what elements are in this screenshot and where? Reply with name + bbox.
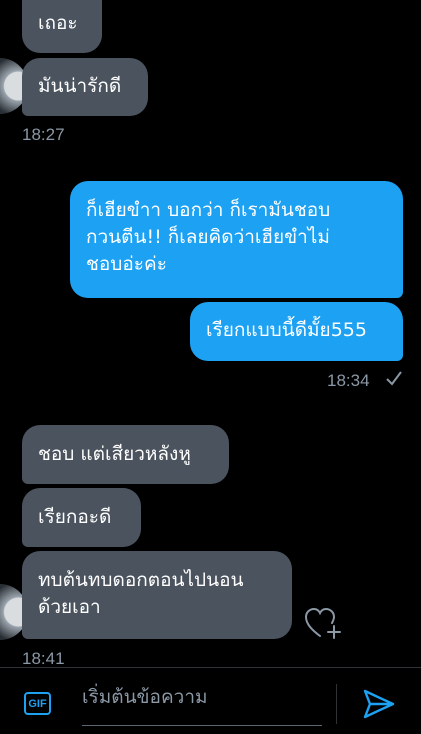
message-input-placeholder: เริ่มต้นข้อความ [82, 686, 208, 708]
message-bubble-incoming[interactable]: ชอบ แต่เสียวหลังหู [22, 425, 229, 484]
message-timestamp: 18:27 [22, 125, 65, 144]
message-bubble-incoming[interactable]: เถอะ [22, 0, 102, 53]
gif-icon[interactable]: GIF [24, 692, 51, 715]
check-icon [386, 371, 402, 386]
message-text: มันน่ารักดี [38, 75, 122, 97]
message-text-line: ด้วยเอา [38, 596, 101, 618]
message-timestamp: 18:34 [327, 371, 370, 390]
message-timestamp: 18:41 [22, 649, 65, 668]
message-bubble-outgoing[interactable]: ก็เฮียขำา บอกว่า ก็เรามันชอบ กวนตีน!! ก็… [70, 181, 403, 298]
message-text: เรียกอะดี [38, 506, 112, 528]
message-bubble-incoming[interactable]: มันน่ารักดี [22, 58, 148, 116]
message-text: ชอบ แต่เสียวหลังหู [38, 443, 191, 465]
send-icon[interactable] [363, 689, 395, 719]
heart-plus-icon[interactable] [304, 606, 342, 640]
divider [336, 684, 337, 724]
composer-bar: GIF เริ่มต้นข้อความ [0, 667, 421, 734]
message-bubble-incoming[interactable]: ทบต้นทบดอกตอนไปนอน ด้วยเอา [22, 551, 292, 639]
message-bubble-incoming[interactable]: เรียกอะดี [22, 488, 141, 547]
message-text-line: ทบต้นทบดอกตอนไปนอน [38, 569, 244, 591]
message-input[interactable]: เริ่มต้นข้อความ [82, 682, 322, 726]
message-text-line: กวนตีน!! ก็เลยคิดว่าเฮียขำไม่ [86, 226, 330, 248]
dm-conversation-screen: เถอะ มันน่ารักดี 18:27 ก็เฮียขำา บอกว่า … [0, 0, 421, 734]
gif-label: GIF [28, 697, 47, 710]
message-text-line: ก็เฮียขำา บอกว่า ก็เรามันชอบ [86, 199, 331, 221]
message-text: เถอะ [38, 12, 78, 34]
message-text: เรียกแบบนี้ดีมั้ย555 [206, 319, 367, 341]
message-text-line: ชอบอ่ะค่ะ [86, 253, 167, 275]
message-bubble-outgoing[interactable]: เรียกแบบนี้ดีมั้ย555 [190, 302, 403, 361]
